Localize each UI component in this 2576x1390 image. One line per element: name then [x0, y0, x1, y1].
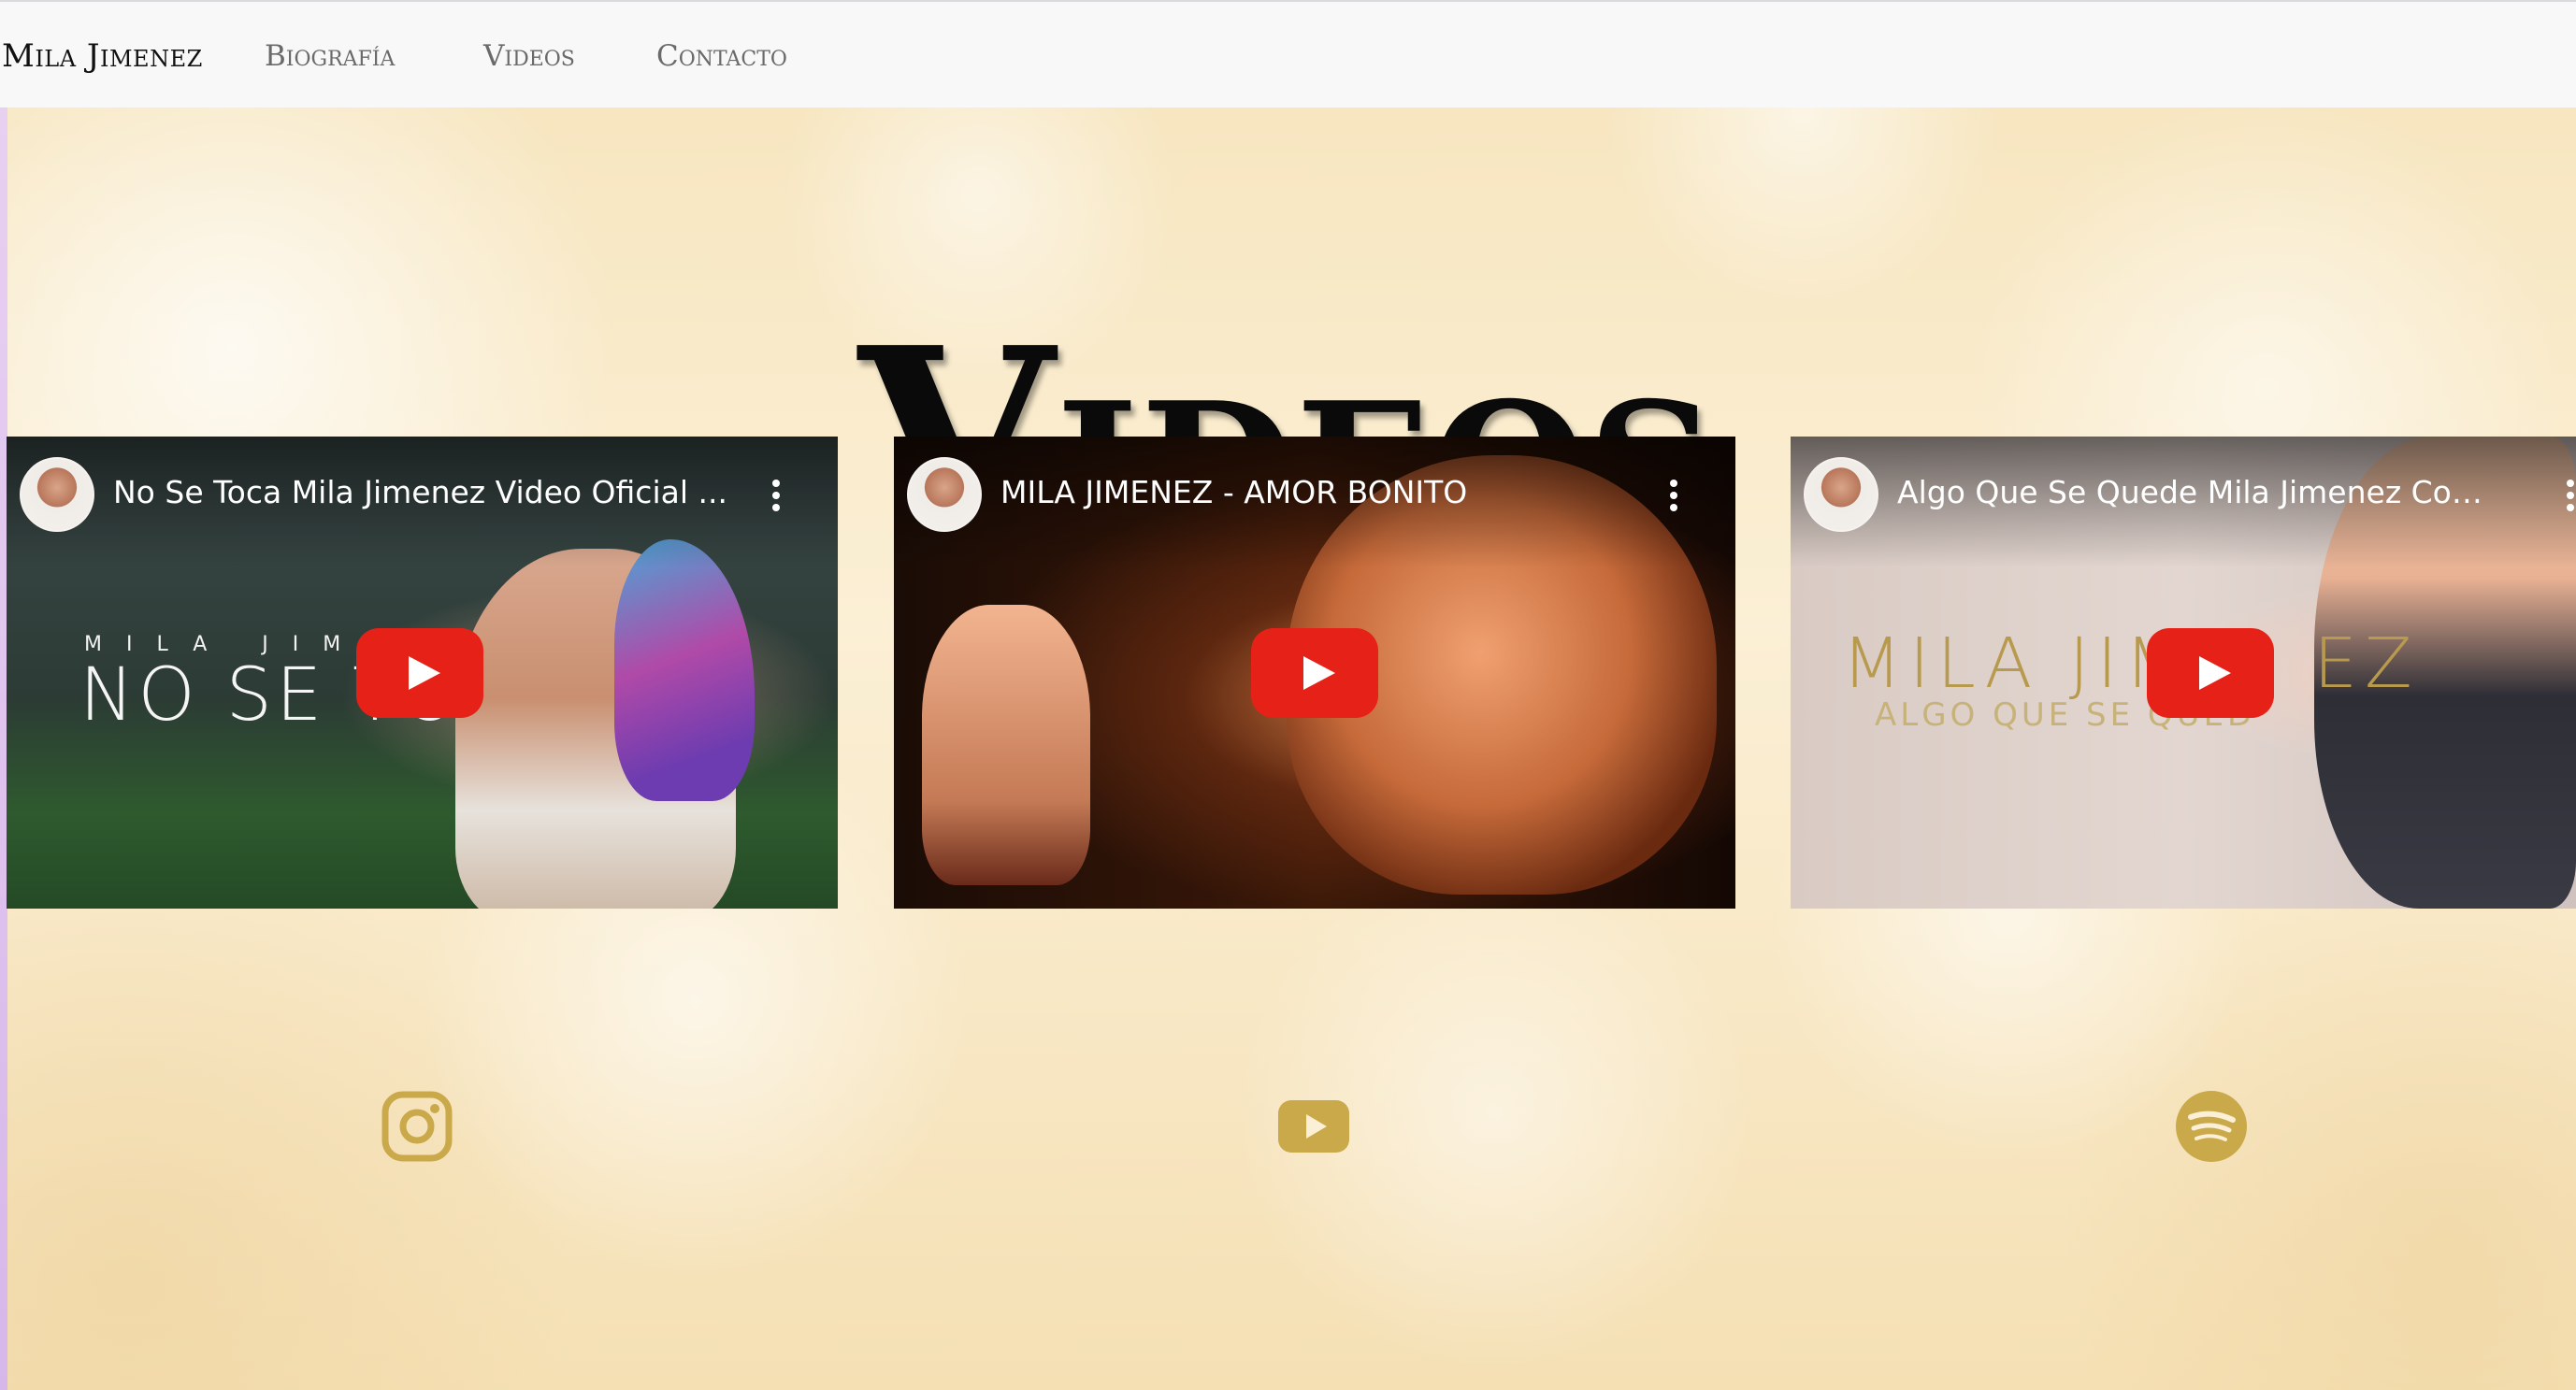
video-thumbnail-scarf [614, 539, 755, 801]
play-button-icon[interactable] [1251, 627, 1378, 718]
video-thumbnail-hand [922, 605, 1090, 885]
more-options-icon[interactable] [1668, 480, 1679, 517]
video-embed-1[interactable]: No Se Toca Mila Jimenez Video Oficial ..… [7, 437, 838, 909]
nav-link-videos[interactable]: Videos [483, 39, 575, 73]
more-options-icon[interactable] [2565, 480, 2576, 517]
channel-avatar[interactable] [20, 457, 94, 532]
spotify-icon[interactable] [2174, 1089, 2249, 1164]
video-embed-3[interactable]: Algo Que Se Quede Mila Jimenez Cover MIL… [1791, 437, 2576, 909]
play-button-icon[interactable] [356, 627, 483, 718]
brand-logo[interactable]: Mila Jimenez [2, 37, 203, 75]
video-embed-2[interactable]: MILA JIMENEZ - AMOR BONITO [894, 437, 1735, 909]
play-button-icon[interactable] [2147, 627, 2274, 718]
nav-link-biografia[interactable]: Biografía [265, 39, 395, 73]
channel-avatar[interactable] [907, 457, 982, 532]
youtube-icon[interactable] [1276, 1089, 1351, 1164]
thumbnail-caption-big: MILA JIM EZ [1842, 623, 2420, 704]
instagram-icon[interactable] [380, 1089, 454, 1164]
video-title[interactable]: MILA JIMENEZ - AMOR BONITO [1000, 474, 1651, 510]
channel-avatar[interactable] [1804, 457, 1878, 532]
nav-link-contacto[interactable]: Contacto [656, 39, 787, 73]
more-options-icon[interactable] [770, 480, 782, 517]
video-title[interactable]: No Se Toca Mila Jimenez Video Oficial ..… [113, 474, 754, 510]
video-title[interactable]: Algo Que Se Quede Mila Jimenez Cover [1897, 474, 2492, 510]
navbar: Mila Jimenez Biografía Videos Contacto [0, 0, 2576, 107]
